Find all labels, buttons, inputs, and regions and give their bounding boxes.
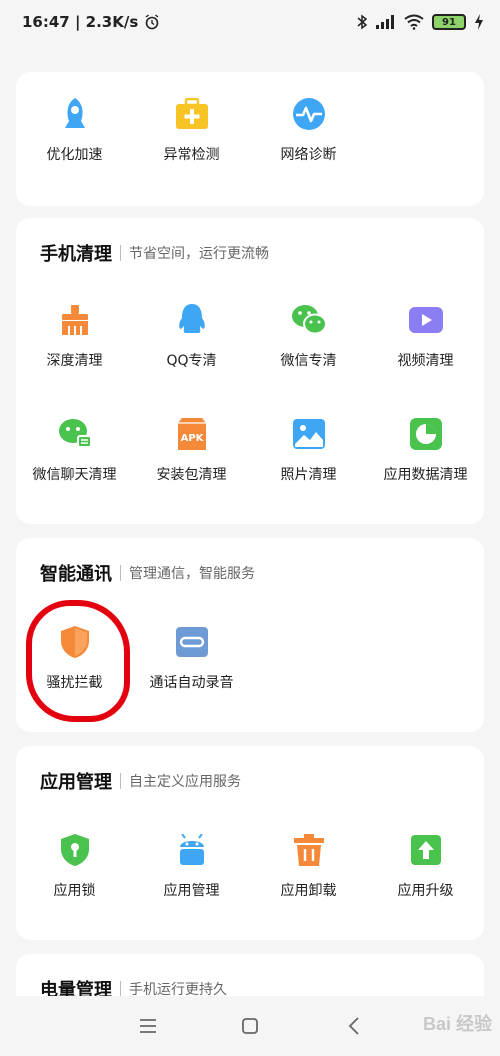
- wifi-icon: [404, 14, 424, 30]
- shield-icon: [57, 624, 93, 660]
- signal-icon: [376, 15, 394, 29]
- home-square-icon: [242, 1018, 258, 1034]
- photo-icon: [291, 416, 327, 452]
- status-bar: 16:47 | 2.3K/s 91: [0, 0, 500, 44]
- app-lock[interactable]: 应用锁: [16, 832, 133, 900]
- clean-app-data[interactable]: 应用数据清理: [367, 416, 484, 484]
- pie-chart-icon: [408, 416, 444, 452]
- recording-icon: [174, 624, 210, 660]
- medical-kit-icon: [174, 96, 210, 132]
- broom-icon: [57, 302, 93, 338]
- app-management[interactable]: 应用管理: [133, 832, 250, 900]
- smart-comm-title: 智能通讯: [40, 564, 112, 585]
- menu-icon: [140, 1019, 156, 1033]
- tool-network-diagnose[interactable]: 网络诊断: [250, 96, 367, 164]
- rocket-icon: [57, 96, 93, 132]
- baidu-jingyan-watermark: Bai 经验: [422, 1014, 492, 1034]
- clean-wechat[interactable]: 微信专清: [250, 302, 367, 370]
- charging-icon: [475, 14, 483, 30]
- phone-clean-title: 手机清理: [40, 244, 112, 265]
- app-manage-header: 应用管理 自主定义应用服务: [40, 768, 241, 794]
- call-auto-record[interactable]: 通话自动录音: [133, 624, 250, 692]
- bluetooth-icon: [357, 14, 368, 30]
- qq-penguin-icon: [174, 302, 210, 338]
- alarm-icon: [145, 14, 159, 30]
- status-time-speed: 16:47 | 2.3K/s: [22, 13, 139, 31]
- clean-video[interactable]: 视频清理: [367, 302, 484, 370]
- pulse-icon: [291, 96, 327, 132]
- trash-icon: [291, 832, 327, 868]
- app-manage-subtitle: 自主定义应用服务: [129, 774, 241, 790]
- tool-anomaly-detect[interactable]: 异常检测: [133, 96, 250, 164]
- clean-wechat-chat[interactable]: 微信聊天清理: [16, 416, 133, 484]
- harassment-block[interactable]: 骚扰拦截: [16, 624, 133, 692]
- clean-deep[interactable]: 深度清理: [16, 302, 133, 370]
- svg-text:APK: APK: [180, 433, 204, 444]
- smart-comm-card: 智能通讯 管理通信，智能服务 骚扰拦截 通话自动录音: [16, 538, 484, 732]
- app-uninstall[interactable]: 应用卸载: [250, 832, 367, 900]
- battery-indicator: 91: [432, 14, 466, 30]
- phone-clean-header: 手机清理 节省空间，运行更流畅: [40, 240, 269, 266]
- app-manage-title: 应用管理: [40, 772, 112, 793]
- video-icon: [408, 302, 444, 338]
- app-upgrade[interactable]: 应用升级: [367, 832, 484, 900]
- clean-photo[interactable]: 照片清理: [250, 416, 367, 484]
- menu-button[interactable]: [136, 1016, 160, 1036]
- phone-clean-subtitle: 节省空间，运行更流畅: [129, 246, 269, 262]
- tool-optimize[interactable]: 优化加速: [16, 96, 133, 164]
- upgrade-arrow-icon: [408, 832, 444, 868]
- lock-shield-icon: [57, 832, 93, 868]
- phone-clean-card: 手机清理 节省空间，运行更流畅 深度清理 QQ专清 微信专清 视频清理 微信聊天…: [16, 218, 484, 524]
- android-icon: [174, 832, 210, 868]
- clean-apk[interactable]: APK 安装包清理: [133, 416, 250, 484]
- app-manage-card: 应用管理 自主定义应用服务 应用锁 应用管理 应用卸载 应用升级: [16, 746, 484, 940]
- wechat-chat-icon: [57, 416, 93, 452]
- smart-comm-header: 智能通讯 管理通信，智能服务: [40, 560, 255, 586]
- wechat-icon: [291, 302, 327, 338]
- quick-tools-card: 优化加速 异常检测 网络诊断: [16, 72, 484, 206]
- back-button[interactable]: [342, 1016, 366, 1036]
- clean-qq[interactable]: QQ专清: [133, 302, 250, 370]
- smart-comm-subtitle: 管理通信，智能服务: [129, 566, 255, 582]
- back-chevron-icon: [348, 1017, 359, 1035]
- home-button[interactable]: [238, 1016, 262, 1036]
- apk-icon: APK: [174, 416, 210, 452]
